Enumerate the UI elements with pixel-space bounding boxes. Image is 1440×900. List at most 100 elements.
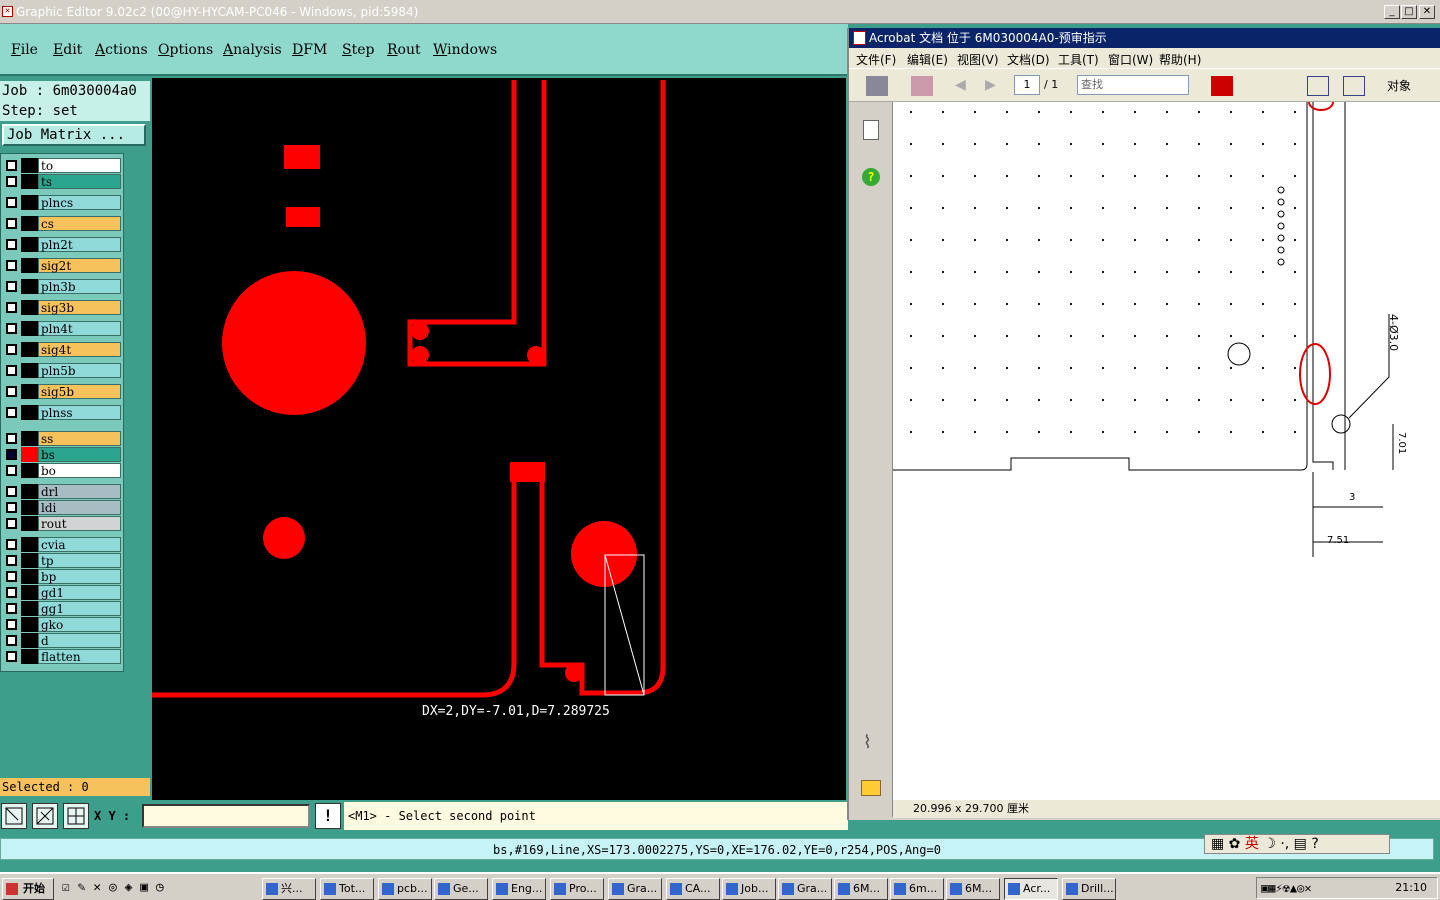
layer-color-swatch[interactable] [21,516,38,531]
layer-checkbox[interactable] [6,555,17,566]
layer-checkbox[interactable] [6,323,17,334]
layer-name[interactable]: gko [38,617,121,632]
menu-actions[interactable]: Actions [95,42,148,58]
acrobat-menu-tools[interactable]: 工具(T) [1058,51,1099,68]
menu-options[interactable]: Options [158,42,213,58]
layer-name[interactable]: to [38,158,121,173]
menu-windows[interactable]: Windows [433,42,497,58]
fit-page-icon[interactable] [1343,76,1365,96]
layer-row-pln2t[interactable]: pln2t [3,237,121,252]
layer-name[interactable]: sig5b [38,384,121,399]
job-matrix-button[interactable]: Job Matrix ... [2,124,146,146]
layer-color-swatch[interactable] [21,633,38,648]
menu-dfm[interactable]: DFM [292,42,327,58]
taskbar-item[interactable]: 兴... [262,878,316,900]
measure-icon[interactable] [32,803,58,829]
graphic-canvas[interactable]: DX=2,DY=-7.01,D=7.289725 [152,78,846,800]
menu-analysis[interactable]: Analysis [223,42,282,58]
minimize-button[interactable]: _ [1384,5,1400,19]
print-icon[interactable] [866,76,888,96]
layer-checkbox[interactable] [6,651,17,662]
layer-row-bs[interactable]: bs [3,447,121,462]
layer-row-flatten[interactable]: flatten [3,649,121,664]
ime-language[interactable]: 英 [1245,836,1259,852]
layer-name[interactable]: gd1 [38,585,121,600]
layer-color-swatch[interactable] [21,321,38,336]
acrobat-menu-document[interactable]: 文档(D) [1007,51,1050,68]
layer-color-swatch[interactable] [21,553,38,568]
grid-icon[interactable] [63,803,89,829]
paperclip-icon[interactable]: ⌇ [863,732,872,753]
layer-name[interactable]: cs [38,216,121,231]
layer-checkbox[interactable] [6,176,17,187]
close-button[interactable]: ✕ [1419,5,1435,19]
layer-row-plncs[interactable]: plncs [3,195,121,210]
layer-row-drl[interactable]: drl [3,484,121,499]
tray-icons[interactable]: ▣▦⚡☢▲◎✕ [1261,881,1312,895]
layer-name[interactable]: sig2t [38,258,121,273]
taskbar-item[interactable]: Gra... [608,878,662,900]
layer-color-swatch[interactable] [21,649,38,664]
layer-color-swatch[interactable] [21,617,38,632]
next-page-icon[interactable]: ▶ [985,76,1007,96]
search-input[interactable]: 查找 [1077,75,1189,95]
layer-checkbox[interactable] [6,386,17,397]
layer-row-to[interactable]: to [3,158,121,173]
layer-row-bo[interactable]: bo [3,463,121,478]
layer-color-swatch[interactable] [21,431,38,446]
start-button[interactable]: 开始 [2,878,54,900]
layer-row-cvia[interactable]: cvia [3,537,121,552]
layer-checkbox[interactable] [6,281,17,292]
layer-color-swatch[interactable] [21,447,38,462]
layer-color-swatch[interactable] [21,216,38,231]
ime-moon-icon[interactable]: ☽ ·, ▤ ? [1263,836,1318,852]
layer-row-sig3b[interactable]: sig3b [3,300,121,315]
layer-color-swatch[interactable] [21,569,38,584]
layer-row-ts[interactable]: ts [3,174,121,189]
taskbar-item[interactable]: Tot... [320,878,374,900]
acrobat-logo-icon[interactable] [1211,76,1233,96]
alert-icon[interactable]: ! [315,803,341,829]
layer-color-swatch[interactable] [21,384,38,399]
acrobat-menu-help[interactable]: 帮助(H) [1159,51,1201,68]
layer-name[interactable]: tp [38,553,121,568]
layer-color-swatch[interactable] [21,463,38,478]
layer-color-swatch[interactable] [21,279,38,294]
prev-page-icon[interactable]: ◀ [955,76,977,96]
layer-checkbox[interactable] [6,635,17,646]
layer-checkbox[interactable] [6,619,17,630]
taskbar-item[interactable]: CA... [666,878,720,900]
layer-row-ss[interactable]: ss [3,431,121,446]
menu-rout[interactable]: Rout [387,42,421,58]
layer-checkbox[interactable] [6,239,17,250]
layer-color-swatch[interactable] [21,174,38,189]
layer-name[interactable]: drl [38,484,121,499]
layer-checkbox[interactable] [6,587,17,598]
ime-icon[interactable]: ▦ ✿ [1211,836,1240,852]
acrobat-menu-file[interactable]: 文件(F) [856,51,896,68]
taskbar-item[interactable]: 6m... [890,878,944,900]
layer-color-swatch[interactable] [21,258,38,273]
zoom-icon[interactable] [1,803,27,829]
menu-edit[interactable]: Edit [53,42,82,58]
layer-color-swatch[interactable] [21,195,38,210]
layer-name[interactable]: plnss [38,405,121,420]
acrobat-menu-window[interactable]: 窗口(W) [1108,51,1153,68]
taskbar-item[interactable]: Pro... [550,878,604,900]
pcb-drawing[interactable] [152,78,846,800]
layer-color-swatch[interactable] [21,585,38,600]
xy-input[interactable] [142,804,310,828]
layer-row-sig5b[interactable]: sig5b [3,384,121,399]
layer-checkbox[interactable] [6,218,17,229]
object-button[interactable]: 对象 [1387,77,1411,94]
layer-row-ldi[interactable]: ldi [3,500,121,515]
maximize-button[interactable]: □ [1401,5,1417,19]
help-icon[interactable]: ? [862,168,880,186]
layer-checkbox[interactable] [6,260,17,271]
taskbar-item[interactable]: Job... [722,878,776,900]
taskbar-item[interactable]: Gra... [778,878,832,900]
layer-name[interactable]: rout [38,516,121,531]
layer-row-d[interactable]: d [3,633,121,648]
layer-name[interactable]: sig4t [38,342,121,357]
layer-name[interactable]: flatten [38,649,121,664]
